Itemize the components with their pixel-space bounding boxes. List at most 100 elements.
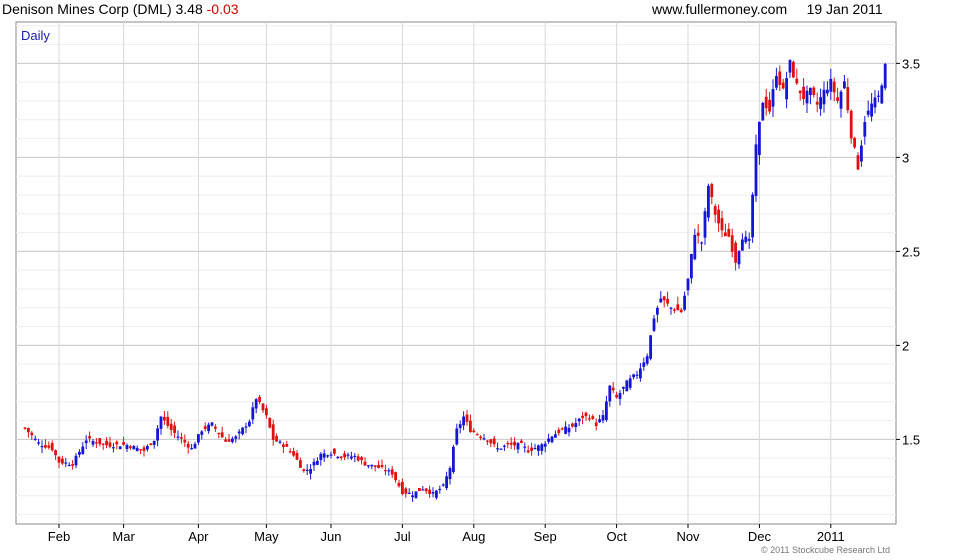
- candle-body: [462, 416, 465, 426]
- candle-body: [496, 448, 499, 450]
- candle-body: [652, 318, 656, 331]
- candle-body: [261, 403, 265, 411]
- candle-body: [489, 439, 493, 444]
- candle-body: [370, 464, 374, 467]
- candle-body: [526, 450, 530, 453]
- candle-body: [724, 232, 727, 237]
- candle-body: [860, 145, 863, 162]
- candle-body: [326, 455, 329, 457]
- candle-body: [169, 423, 173, 431]
- candle-body: [754, 144, 758, 197]
- candle-body: [237, 431, 241, 434]
- candle-body: [200, 431, 204, 435]
- candle-body: [574, 423, 578, 428]
- candle-body: [843, 81, 846, 89]
- candle-body: [329, 454, 333, 456]
- candle-body: [214, 426, 217, 429]
- candle-body: [146, 445, 149, 450]
- x-tick-label: Feb: [48, 529, 70, 544]
- candle-body: [271, 424, 275, 440]
- candle-body: [506, 442, 510, 445]
- candle-body: [346, 454, 350, 456]
- x-tick-label: Aug: [462, 529, 485, 544]
- candle-body: [152, 440, 156, 445]
- x-tick-label: Jul: [394, 529, 411, 544]
- candle-body: [176, 436, 180, 438]
- chart-header-security: Denison Mines Corp (DML) 3.48 -0.03: [2, 1, 239, 17]
- candle-body: [696, 232, 700, 236]
- candle-body: [319, 453, 323, 460]
- candle-body: [356, 456, 360, 461]
- candle-body: [84, 440, 88, 444]
- candle-body: [795, 78, 799, 84]
- candle-body: [543, 443, 547, 447]
- candle-body: [224, 439, 227, 442]
- candle-body: [316, 460, 319, 465]
- candle-body: [819, 97, 822, 109]
- candle-body: [210, 422, 214, 426]
- candle-body: [516, 442, 520, 450]
- candle-body: [482, 438, 486, 440]
- candle-body: [588, 418, 591, 420]
- candle-body: [112, 447, 115, 449]
- candle-body: [792, 61, 795, 78]
- candle-body: [560, 428, 564, 430]
- candle-body: [662, 296, 666, 301]
- candle-body: [129, 446, 132, 449]
- candle-body: [533, 447, 537, 450]
- candle-body: [877, 95, 880, 97]
- candle-body: [363, 461, 367, 466]
- candle-body: [197, 434, 200, 443]
- candle-body: [628, 378, 632, 388]
- candle-body: [537, 445, 540, 451]
- candle-body: [149, 443, 153, 446]
- candle-body: [285, 444, 289, 447]
- candle-body: [309, 469, 312, 474]
- candle-body: [122, 442, 125, 445]
- candle-body: [125, 445, 129, 450]
- candle-body: [404, 488, 408, 494]
- candle-body: [832, 81, 836, 93]
- candle-body: [764, 96, 768, 109]
- candle-body: [683, 295, 686, 310]
- y-tick-label: 3: [902, 150, 909, 165]
- candle-body: [183, 439, 187, 443]
- candle-body: [836, 97, 839, 101]
- candle-body: [57, 456, 61, 463]
- candle-body: [717, 209, 720, 224]
- candle-body: [421, 489, 425, 491]
- candle-body: [353, 455, 357, 458]
- candle-body: [91, 441, 95, 445]
- candle-body: [44, 445, 47, 448]
- last-price: 3.48: [175, 1, 203, 17]
- candle-body: [431, 492, 435, 494]
- candle-body: [455, 428, 459, 445]
- candle-body: [584, 412, 588, 416]
- candle-body: [486, 440, 489, 442]
- candle-body: [418, 488, 421, 491]
- candle-body: [802, 86, 805, 99]
- candle-body: [441, 484, 445, 486]
- x-tick-label: Apr: [188, 529, 209, 544]
- x-tick-label: 2011: [817, 529, 845, 544]
- candle-body: [866, 110, 870, 115]
- candle-body: [530, 447, 533, 451]
- candle-body: [350, 456, 353, 459]
- candle-body: [156, 428, 159, 441]
- candle-body: [390, 469, 394, 475]
- candle-body: [424, 488, 428, 492]
- candle-body: [499, 448, 503, 450]
- candle-body: [571, 423, 574, 427]
- candle-body: [730, 235, 734, 252]
- site-link[interactable]: www.fullermoney.com: [652, 1, 787, 17]
- candle-body: [622, 386, 625, 389]
- candle-body: [710, 184, 714, 198]
- candle-body: [407, 492, 411, 494]
- candle-body: [30, 432, 34, 436]
- candle-body: [40, 446, 44, 448]
- candle-body: [190, 448, 193, 450]
- candle-body: [54, 450, 57, 456]
- candle-body: [605, 401, 608, 420]
- candle-body: [635, 374, 639, 376]
- candle-body: [768, 99, 771, 112]
